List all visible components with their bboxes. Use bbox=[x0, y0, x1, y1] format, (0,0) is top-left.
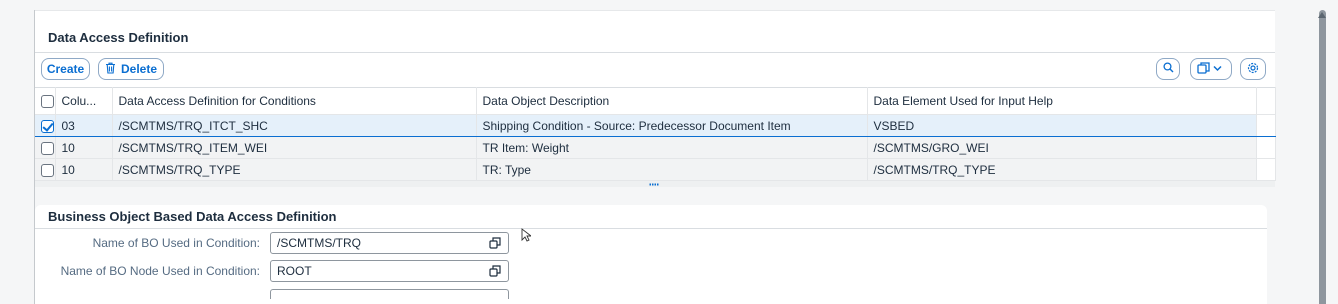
section-title: Data Access Definition bbox=[48, 30, 189, 45]
vertical-scrollbar[interactable] bbox=[1319, 10, 1326, 304]
bo-name-label: Name of BO Used in Condition: bbox=[92, 236, 260, 250]
scroll-up-icon[interactable] bbox=[1318, 12, 1326, 18]
divider bbox=[35, 228, 1267, 229]
table-row[interactable]: 10 /SCMTMS/TRQ_ITEM_WEI TR Item: Weight … bbox=[35, 136, 1276, 159]
row-checkbox[interactable] bbox=[35, 114, 56, 137]
gear-icon bbox=[1247, 62, 1259, 77]
column-header-data-access-definition[interactable]: Data Access Definition for Conditions bbox=[112, 87, 477, 115]
delete-label: Delete bbox=[120, 62, 158, 76]
table-row[interactable]: 10 /SCMTMS/TRQ_TYPE TR: Type /SCMTMS/TRQ… bbox=[35, 158, 1276, 181]
cell-spacer bbox=[1256, 158, 1276, 181]
cell-description: TR: Type bbox=[476, 158, 868, 181]
resize-grip-icon[interactable] bbox=[649, 183, 659, 186]
bo-name-field[interactable]: /SCMTMS/TRQ bbox=[270, 232, 509, 254]
next-field-partial[interactable] bbox=[270, 289, 509, 299]
bo-node-label: Name of BO Node Used in Condition: bbox=[60, 264, 260, 278]
bo-node-field[interactable]: ROOT bbox=[270, 260, 509, 282]
section-title: Business Object Based Data Access Defini… bbox=[48, 209, 337, 224]
table-row[interactable]: 03 /SCMTMS/TRQ_ITCT_SHC Shipping Conditi… bbox=[35, 114, 1276, 137]
column-header-spacer bbox=[1256, 87, 1276, 115]
cell-data-element: VSBED bbox=[867, 114, 1257, 137]
column-header-data-element[interactable]: Data Element Used for Input Help bbox=[867, 87, 1257, 115]
cell-column: 03 bbox=[55, 114, 113, 137]
cell-data-element: /SCMTMS/GRO_WEI bbox=[867, 136, 1257, 159]
cell-spacer bbox=[1256, 114, 1276, 137]
cell-data-element: /SCMTMS/TRQ_TYPE bbox=[867, 158, 1257, 181]
cell-spacer bbox=[1256, 136, 1276, 159]
trash-icon bbox=[105, 62, 116, 77]
column-header-colu[interactable]: Colu... bbox=[55, 87, 113, 115]
value-help-icon[interactable] bbox=[489, 265, 501, 277]
export-icon bbox=[1197, 61, 1225, 77]
row-checkbox[interactable] bbox=[35, 136, 56, 159]
bo-name-value: /SCMTMS/TRQ bbox=[277, 236, 361, 250]
select-all-checkbox[interactable] bbox=[35, 87, 56, 115]
delete-button[interactable]: Delete bbox=[98, 58, 164, 80]
bo-node-value: ROOT bbox=[277, 264, 312, 278]
bo-based-definition-panel: Business Object Based Data Access Defini… bbox=[35, 205, 1267, 304]
divider bbox=[35, 52, 1275, 53]
data-access-definition-panel: Data Access Definition Create Delete Col… bbox=[35, 10, 1276, 187]
mouse-cursor-icon bbox=[521, 228, 533, 245]
conditions-table: Colu... Data Access Definition for Condi… bbox=[35, 87, 1276, 181]
cell-data-access-definition: /SCMTMS/TRQ_ITCT_SHC bbox=[112, 114, 477, 137]
cell-data-access-definition: /SCMTMS/TRQ_TYPE bbox=[112, 158, 477, 181]
table-header-row: Colu... Data Access Definition for Condi… bbox=[35, 87, 1276, 115]
cell-description: Shipping Condition - Source: Predecessor… bbox=[476, 114, 868, 137]
export-button[interactable] bbox=[1190, 58, 1232, 80]
search-button[interactable] bbox=[1156, 58, 1180, 80]
value-help-icon[interactable] bbox=[489, 237, 501, 249]
cell-column: 10 bbox=[55, 136, 113, 159]
create-label: Create bbox=[46, 62, 85, 76]
search-icon bbox=[1162, 62, 1174, 76]
cell-data-access-definition: /SCMTMS/TRQ_ITEM_WEI bbox=[112, 136, 477, 159]
column-header-data-object-description[interactable]: Data Object Description bbox=[476, 87, 868, 115]
cell-description: TR Item: Weight bbox=[476, 136, 868, 159]
settings-button[interactable] bbox=[1240, 58, 1266, 80]
create-button[interactable]: Create bbox=[41, 58, 90, 80]
cell-column: 10 bbox=[55, 158, 113, 181]
row-checkbox[interactable] bbox=[35, 158, 56, 181]
